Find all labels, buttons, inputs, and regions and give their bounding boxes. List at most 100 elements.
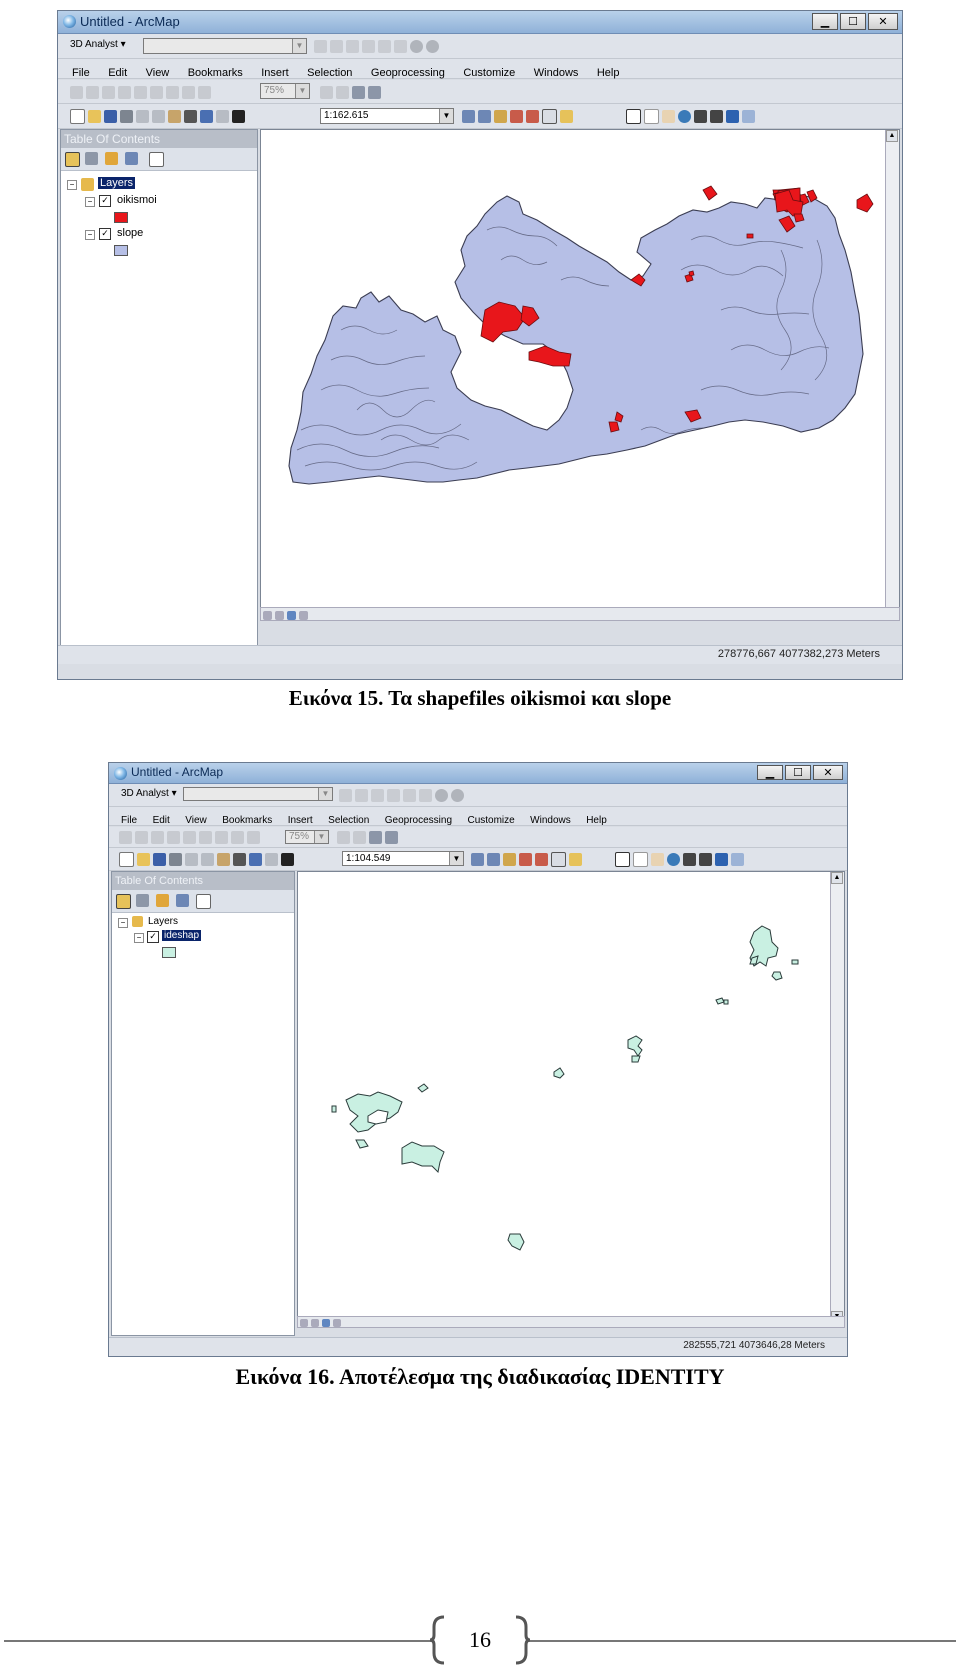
ideshap-symbol-swatch[interactable] — [162, 947, 176, 958]
options-icon[interactable] — [149, 152, 164, 167]
zoom-out-page-icon[interactable] — [86, 85, 99, 99]
close-button[interactable]: ✕ — [813, 765, 843, 780]
fixed-zoom-in-icon[interactable] — [199, 830, 212, 844]
table-of-contents-icon[interactable] — [478, 109, 491, 123]
data-driven-pages-icon[interactable] — [368, 85, 381, 99]
refresh-icon[interactable] — [287, 610, 296, 620]
3d-analyst-dropdown[interactable]: 3D Analyst ▾ — [70, 39, 126, 50]
full-extent-icon[interactable] — [667, 852, 680, 866]
list-by-drawing-order-icon[interactable] — [65, 152, 80, 167]
zoom-out-icon[interactable] — [644, 108, 659, 124]
editor-toolbar-icon[interactable] — [462, 109, 475, 123]
layer-visibility-checkbox[interactable]: ✓ — [99, 195, 111, 207]
scene-icon[interactable] — [426, 39, 439, 53]
catalog-icon[interactable] — [503, 852, 516, 866]
collapse-icon[interactable]: − — [118, 918, 128, 928]
map-display[interactable]: ▲ ▼ — [260, 129, 900, 620]
collapse-icon[interactable]: − — [85, 230, 95, 240]
fixed-zoom-in-icon[interactable] — [683, 852, 696, 866]
arctoolbox-icon[interactable] — [535, 852, 548, 866]
map-scale-combo[interactable]: 1:162.615 ▼ — [320, 108, 454, 124]
zoom-100-icon[interactable] — [183, 830, 196, 844]
add-data-icon[interactable] — [281, 852, 294, 866]
pan-hand-icon[interactable] — [651, 852, 664, 866]
list-by-selection-icon[interactable] — [125, 152, 138, 165]
minimize-button[interactable]: ▁ — [757, 765, 783, 780]
globe-icon[interactable] — [435, 788, 448, 802]
focus-data-frame-icon[interactable] — [353, 830, 366, 844]
zoom-100-icon[interactable] — [134, 85, 147, 99]
menu-item-view[interactable]: View — [146, 67, 170, 79]
toggle-draft-icon[interactable] — [337, 830, 350, 844]
zoom-whole-page-icon[interactable] — [167, 830, 180, 844]
minimize-button[interactable]: ▁ — [812, 13, 838, 30]
interpolate-line-icon[interactable] — [419, 788, 432, 802]
profile-graph-icon[interactable] — [387, 788, 400, 802]
interpolate-point-icon[interactable] — [378, 39, 391, 53]
previous-extent-icon[interactable] — [231, 830, 244, 844]
open-folder-icon[interactable] — [88, 109, 101, 123]
title-bar[interactable]: Untitled - ArcMap ▁ ☐ ✕ — [109, 763, 847, 784]
redo-icon[interactable] — [216, 109, 229, 123]
list-by-visibility-icon[interactable] — [156, 894, 169, 907]
zoom-percent-combo[interactable]: 75% ▼ — [285, 830, 329, 844]
forward-arrow-icon[interactable] — [731, 852, 744, 866]
paste-icon[interactable] — [168, 109, 181, 123]
contour-tool-icon[interactable] — [339, 788, 352, 802]
menu-item-help[interactable]: Help — [586, 815, 607, 826]
menu-item-bookmarks[interactable]: Bookmarks — [222, 815, 272, 826]
menu-item-selection[interactable]: Selection — [307, 67, 352, 79]
scroll-up-arrow[interactable]: ▲ — [831, 872, 843, 884]
list-by-source-icon[interactable] — [85, 152, 98, 165]
modelbuilder-icon[interactable] — [560, 109, 573, 123]
fixed-zoom-in-icon[interactable] — [694, 109, 707, 123]
cut-icon[interactable] — [185, 852, 198, 866]
zoom-out-page-icon[interactable] — [135, 830, 148, 844]
menu-item-geoprocessing[interactable]: Geoprocessing — [371, 67, 445, 79]
fixed-zoom-in-icon[interactable] — [150, 85, 163, 99]
new-document-icon[interactable] — [70, 108, 85, 124]
table-of-contents-icon[interactable] — [487, 852, 500, 866]
previous-extent-icon[interactable] — [182, 85, 195, 99]
change-layout-icon[interactable] — [352, 85, 365, 99]
menu-item-edit[interactable]: Edit — [153, 815, 170, 826]
collapse-icon[interactable]: − — [85, 197, 95, 207]
vertical-scrollbar[interactable]: ▲ ▼ — [885, 130, 899, 619]
data-driven-pages-icon[interactable] — [385, 830, 398, 844]
close-button[interactable]: ✕ — [868, 13, 898, 30]
steepest-path-icon[interactable] — [355, 788, 368, 802]
fixed-zoom-out-icon[interactable] — [710, 109, 723, 123]
data-view-icon[interactable] — [263, 610, 272, 620]
zoom-out-icon[interactable] — [633, 851, 648, 867]
python-window-icon[interactable] — [551, 851, 566, 867]
pause-drawing-icon[interactable] — [333, 1319, 341, 1327]
menu-item-file[interactable]: File — [121, 815, 137, 826]
title-bar[interactable]: Untitled - ArcMap ▁ ☐ ✕ — [58, 11, 902, 34]
layer-visibility-checkbox[interactable]: ✓ — [147, 931, 159, 943]
open-folder-icon[interactable] — [137, 852, 150, 866]
vertical-scrollbar[interactable]: ▲ ▼ — [830, 872, 844, 1323]
undo-icon[interactable] — [249, 852, 262, 866]
layers-root-label[interactable]: Layers — [148, 916, 178, 927]
menu-item-customize[interactable]: Customize — [463, 67, 515, 79]
pause-drawing-icon[interactable] — [299, 610, 308, 620]
slope-symbol-swatch[interactable] — [114, 245, 128, 256]
maximize-button[interactable]: ☐ — [840, 13, 866, 30]
menu-item-bookmarks[interactable]: Bookmarks — [188, 67, 243, 79]
fixed-zoom-out-icon[interactable] — [699, 852, 712, 866]
menu-item-edit[interactable]: Edit — [108, 67, 127, 79]
refresh-icon[interactable] — [322, 1319, 330, 1327]
delete-icon[interactable] — [233, 852, 246, 866]
3d-analyst-dropdown[interactable]: 3D Analyst ▾ — [121, 788, 177, 799]
zoom-in-icon[interactable] — [615, 851, 630, 867]
catalog-icon[interactable] — [494, 109, 507, 123]
menu-item-geoprocessing[interactable]: Geoprocessing — [385, 815, 452, 826]
zoom-in-page-icon[interactable] — [70, 85, 83, 99]
next-extent-icon[interactable] — [198, 85, 211, 99]
full-extent-icon[interactable] — [678, 109, 691, 123]
arctoolbox-icon[interactable] — [526, 109, 539, 123]
map-scale-combo[interactable]: 1:104.549 ▼ — [342, 851, 464, 866]
list-by-drawing-order-icon[interactable] — [116, 894, 131, 909]
modelbuilder-icon[interactable] — [569, 852, 582, 866]
zoom-in-icon[interactable] — [626, 108, 641, 124]
